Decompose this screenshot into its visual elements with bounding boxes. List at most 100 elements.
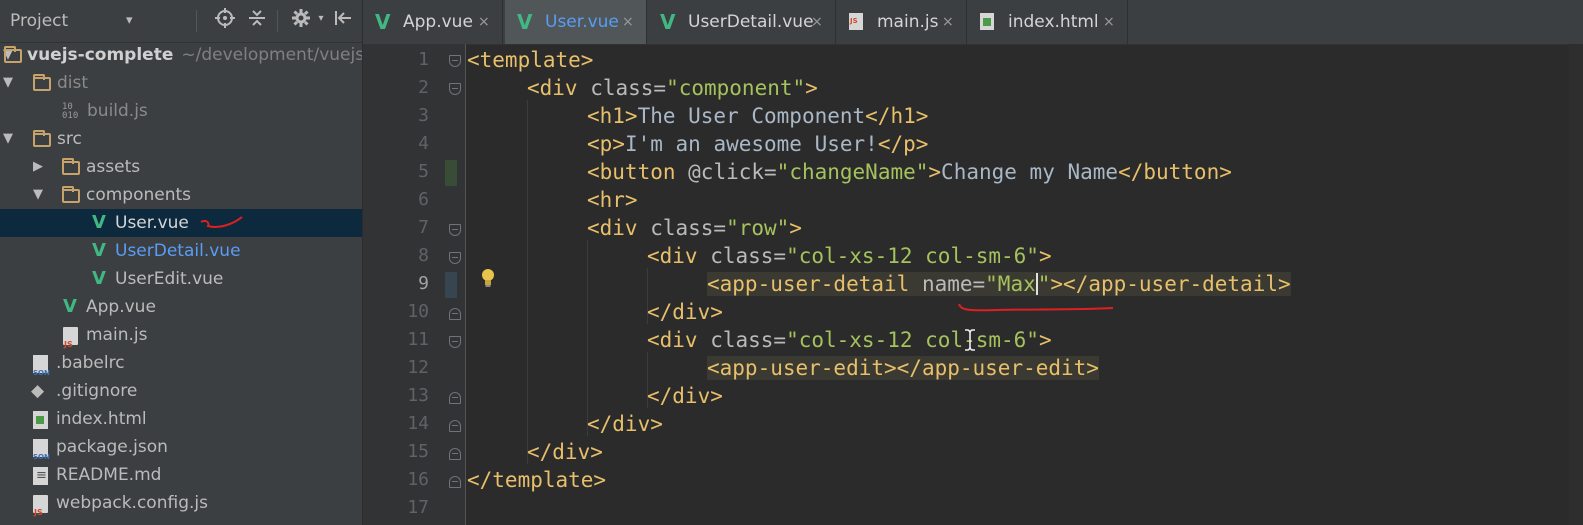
tab-user-vue[interactable]: V User.vue × (505, 0, 647, 44)
tree-item-root[interactable]: ▼ vuejs-complete ~/development/vuejs (0, 41, 362, 69)
code-line-11: <div class="col-xs-12 col-sm-6"> (647, 328, 1052, 352)
close-icon[interactable]: × (478, 0, 490, 44)
gear-icon[interactable] (290, 8, 312, 30)
crosshair-icon[interactable] (214, 8, 236, 30)
tree-label: components (86, 185, 192, 205)
tree-item-package-json[interactable]: package.json (0, 433, 362, 471)
tree-label: dist (57, 73, 89, 93)
vue-file-icon: V (63, 296, 77, 317)
line-number: 6 (418, 189, 429, 210)
folder-icon (33, 74, 51, 91)
project-header: Project ▾ ▾ (0, 0, 362, 43)
code-area[interactable]: <template> <div class="component"> <h1>T… (467, 44, 1583, 525)
tab-app-vue[interactable]: V App.vue × (363, 0, 503, 44)
close-icon[interactable]: × (811, 0, 823, 44)
tree-label: assets (86, 157, 141, 177)
fold-icon[interactable] (449, 448, 461, 460)
project-view-selector[interactable]: Project (10, 11, 68, 31)
tree-label: main.js (86, 325, 148, 345)
fold-icon[interactable] (449, 83, 461, 95)
line-number: 4 (418, 133, 429, 154)
change-marker (445, 160, 457, 186)
chevron-down-icon[interactable]: ▾ (126, 13, 133, 28)
tree-label: App.vue (86, 297, 156, 317)
code-line-4: <p>I'm an awesome User!</p> (587, 132, 929, 156)
code-line-1: <template> (467, 48, 594, 72)
tree-item-main-js[interactable]: main.js (0, 321, 362, 359)
fold-icon[interactable] (449, 252, 461, 264)
line-number: 2 (418, 77, 429, 98)
tree-label: README.md (56, 465, 162, 485)
tree-item-useredit-vue[interactable]: V UserEdit.vue (0, 265, 362, 293)
editor-scrollbar[interactable] (1569, 44, 1583, 525)
tree-item-babelrc[interactable]: .babelrc (0, 349, 362, 387)
html-file-icon (980, 13, 994, 30)
tree-item-dist[interactable]: ▼ dist (0, 69, 362, 97)
fold-icon[interactable] (449, 420, 461, 432)
line-number: 12 (407, 357, 429, 378)
chevron-right-icon[interactable]: ▶ (32, 153, 44, 181)
indent-guide (587, 240, 588, 436)
line-number: 14 (407, 413, 429, 434)
tree-item-user-vue[interactable]: V User.vue (0, 209, 362, 237)
collapse-icon[interactable] (246, 8, 268, 30)
chevron-down-icon[interactable]: ▼ (2, 69, 14, 97)
vue-file-icon: V (92, 212, 106, 233)
project-panel: Project ▾ ▾ ▼ vuejs-complete ~/developmen… (0, 0, 363, 525)
fold-icon[interactable] (449, 308, 461, 320)
chevron-down-icon[interactable]: ▼ (32, 181, 44, 209)
fold-icon[interactable] (449, 55, 461, 67)
folder-icon (33, 130, 51, 147)
line-number: 5 (418, 161, 429, 182)
tree-label: .gitignore (56, 381, 138, 401)
line-number: 13 (407, 385, 429, 406)
tree-item-app-vue[interactable]: V App.vue (0, 293, 362, 321)
code-line-9: <app-user-detail name="Max"></app-user-d… (707, 272, 1291, 296)
annotation-underline (958, 303, 1114, 312)
tree-item-components[interactable]: ▼ components (0, 181, 362, 209)
code-line-10: </div> (647, 300, 723, 324)
js-file-icon (849, 13, 863, 30)
line-number: 11 (407, 329, 429, 350)
tree-label: webpack.config.js (56, 493, 208, 513)
fold-icon[interactable] (449, 224, 461, 236)
close-icon[interactable]: × (942, 0, 954, 44)
tree-label: .babelrc (56, 353, 125, 373)
line-number: 16 (407, 469, 429, 490)
change-marker (445, 272, 457, 298)
toolbar-divider (277, 10, 278, 32)
vue-file-icon: V (92, 268, 106, 289)
fold-icon[interactable] (449, 392, 461, 404)
tree-item-assets[interactable]: ▶ assets (0, 153, 362, 181)
tab-index-html[interactable]: index.html × (968, 0, 1128, 44)
hide-panel-icon[interactable] (332, 8, 354, 30)
chevron-down-icon[interactable]: ▾ (310, 8, 332, 30)
fold-icon[interactable] (449, 336, 461, 348)
tree-item-webpack-config[interactable]: webpack.config.js (0, 489, 362, 525)
tree-label: src (57, 129, 82, 149)
code-line-15: </div> (527, 440, 603, 464)
vue-file-icon: V (660, 10, 676, 34)
tree-item-readme[interactable]: README.md (0, 461, 362, 490)
code-editor: V App.vue × V User.vue × V UserDetail.vu… (363, 0, 1583, 525)
tree-item-userdetail-vue[interactable]: V UserDetail.vue (0, 237, 362, 265)
line-number: 3 (418, 105, 429, 126)
tree-label: package.json (56, 437, 168, 457)
vue-file-icon: V (517, 10, 533, 34)
code-line-3: <h1>The User Component</h1> (587, 104, 929, 128)
chevron-down-icon[interactable]: ▼ (2, 125, 14, 153)
markdown-file-icon (33, 462, 48, 490)
binary-file-icon: 10 010 (62, 102, 79, 121)
tree-item-build-js[interactable]: 10 010 build.js (0, 97, 362, 125)
close-icon[interactable]: × (1103, 0, 1115, 44)
tree-item-gitignore[interactable]: ◆ .gitignore (0, 377, 362, 405)
tree-item-index-html[interactable]: index.html (0, 405, 362, 433)
tab-userdetail-vue[interactable]: V UserDetail.vue × (648, 0, 836, 44)
tree-label: User.vue (115, 213, 189, 233)
tree-item-src[interactable]: ▼ src (0, 125, 362, 153)
close-icon[interactable]: × (622, 0, 634, 44)
tab-main-js[interactable]: main.js × (837, 0, 967, 44)
fold-icon[interactable] (449, 476, 461, 488)
mouse-ibeam-cursor (965, 329, 975, 351)
code-line-16: </template> (467, 468, 607, 492)
